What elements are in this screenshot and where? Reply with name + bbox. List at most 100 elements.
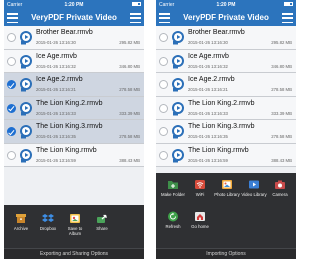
file-list: Brother Bear.rmvb 2015-01-26 13:16:30 29… [156,26,296,167]
nav-bar: VeryPDF Private Video [156,10,296,26]
import-options-panel: Make Folder WiFi Photo Library Video Lib… [156,173,296,259]
menu-icon[interactable] [130,13,141,23]
nav-bar: VeryPDF Private Video [4,10,144,26]
video-file-icon [20,101,32,115]
file-date: 2015-01-26 13:16:32 [36,63,76,69]
file-name: The Lion King.rmvb [188,146,249,154]
photo-library-icon [222,180,232,189]
archive-icon [16,214,26,223]
camera-icon [275,180,285,189]
select-checkbox[interactable] [159,33,168,42]
video-file-icon [172,101,184,115]
status-bar: Carrier 1:20 PM [4,0,144,10]
video-file-icon [172,54,184,68]
file-name: The Lion King.rmvb [36,146,97,154]
photo-library-button[interactable]: Photo Library [214,179,240,197]
video-file-icon [20,148,32,162]
wifi-button[interactable]: WiFi [187,179,213,197]
export-options-panel: Archive Dropbox Save to Album Share Expo… [4,205,144,259]
file-name: The Lion King.3.rmvb [36,123,103,130]
file-size: 278.58 MB [119,87,140,92]
file-date: 2015-01-26 13:16:59 [188,157,228,163]
file-date: 2015-01-26 13:16:32 [188,63,228,69]
file-name: Ice Age.2.rmvb [188,76,235,83]
tool-label: Refresh [165,224,181,229]
list-item[interactable]: The Lion King.2.rmvb 2015-01-26 13:16:33… [156,96,296,120]
select-checkbox[interactable] [7,33,16,42]
select-checkbox[interactable] [7,103,16,113]
file-size: 388.43 MB [119,157,140,163]
video-library-button[interactable]: Video Library [241,179,267,197]
menu-icon[interactable] [282,13,293,23]
select-checkbox[interactable] [159,103,168,113]
go-home-icon [195,212,205,221]
list-item[interactable]: Ice Age.rmvb 2015-01-26 13:16:32 346.80 … [4,49,144,73]
file-date: 2015-01-26 13:16:21 [36,87,76,92]
video-file-icon [20,54,32,68]
file-date: 2015-01-26 13:16:35 [188,134,228,139]
tool-label: Camera [272,192,288,197]
file-list: Brother Bear.rmvb 2015-01-26 13:16:30 29… [4,26,144,167]
tool-label: Dropbox [39,226,57,231]
tool-label: Make Folder [161,192,185,197]
wifi-icon [195,180,205,189]
file-size: 295.82 MB [271,40,292,45]
tool-label: Video Library [241,192,267,197]
file-size: 278.58 MB [119,134,140,139]
refresh-icon [168,211,178,222]
list-item[interactable]: The Lion King.3.rmvb 2015-01-26 13:16:35… [156,120,296,144]
select-checkbox[interactable] [7,150,16,160]
camera-button[interactable]: Camera [267,179,293,197]
file-name: Ice Age.rmvb [188,52,229,60]
file-size: 278.58 MB [271,87,292,92]
select-checkbox[interactable] [7,80,16,89]
tool-label: Photo Library [214,192,240,197]
select-checkbox[interactable] [159,150,168,160]
file-date: 2015-01-26 13:16:30 [188,40,228,45]
battery-icon [132,0,141,10]
file-name: Brother Bear.rmvb [36,29,93,36]
save-to-album-button[interactable]: Save to Album [62,213,88,236]
list-item[interactable]: The Lion King.rmvb 2015-01-26 13:16:59 3… [4,143,144,167]
archive-button[interactable]: Archive [8,213,34,231]
select-checkbox[interactable] [7,127,16,136]
list-item[interactable]: Brother Bear.rmvb 2015-01-26 13:16:30 29… [156,26,296,50]
go-home-button[interactable]: Go home [187,211,213,229]
select-checkbox[interactable] [7,56,16,66]
tool-label: Share [96,226,108,231]
list-item[interactable]: Brother Bear.rmvb 2015-01-26 13:16:30 29… [4,26,144,50]
list-item[interactable]: Ice Age.rmvb 2015-01-26 13:16:32 346.80 … [156,49,296,73]
dropbox-icon [42,214,54,222]
select-checkbox[interactable] [159,56,168,66]
file-name: Ice Age.2.rmvb [36,76,83,83]
file-date: 2015-01-26 13:16:35 [36,134,76,139]
make-folder-icon [168,181,178,189]
tool-label: Save to Album [67,226,83,236]
page-title: VeryPDF Private Video [31,13,117,22]
right-phone-screen: Carrier 1:20 PM VeryPDF Private Video Br… [156,0,296,259]
dropbox-button[interactable]: Dropbox [35,213,61,231]
select-checkbox[interactable] [159,80,168,89]
list-item[interactable]: The Lion King.2.rmvb 2015-01-26 13:16:33… [4,96,144,120]
clock: 1:20 PM [64,2,84,8]
list-item[interactable]: The Lion King.rmvb 2015-01-26 13:16:59 3… [156,143,296,167]
make-folder-button[interactable]: Make Folder [160,179,186,197]
file-size: 346.80 MB [271,63,292,69]
file-name: Ice Age.rmvb [36,52,77,60]
file-name: The Lion King.2.rmvb [36,99,103,107]
file-date: 2015-01-26 13:16:33 [188,110,228,116]
tool-label: WiFi [195,192,205,197]
video-file-icon [172,148,184,162]
save-to-album-icon [70,214,80,223]
select-checkbox[interactable] [159,127,168,136]
refresh-button[interactable]: Refresh [160,211,186,229]
list-item[interactable]: Ice Age.2.rmvb 2015-01-26 13:16:21 278.5… [4,73,144,97]
list-item[interactable]: Ice Age.2.rmvb 2015-01-26 13:16:21 278.5… [156,73,296,97]
clock: 1:20 PM [216,2,236,8]
file-size: 388.43 MB [271,157,292,163]
video-file-icon [172,125,184,139]
share-button[interactable]: Share [89,213,115,231]
video-file-icon [172,31,184,45]
list-item[interactable]: The Lion King.3.rmvb 2015-01-26 13:16:35… [4,120,144,144]
file-size: 333.39 MB [119,110,140,116]
